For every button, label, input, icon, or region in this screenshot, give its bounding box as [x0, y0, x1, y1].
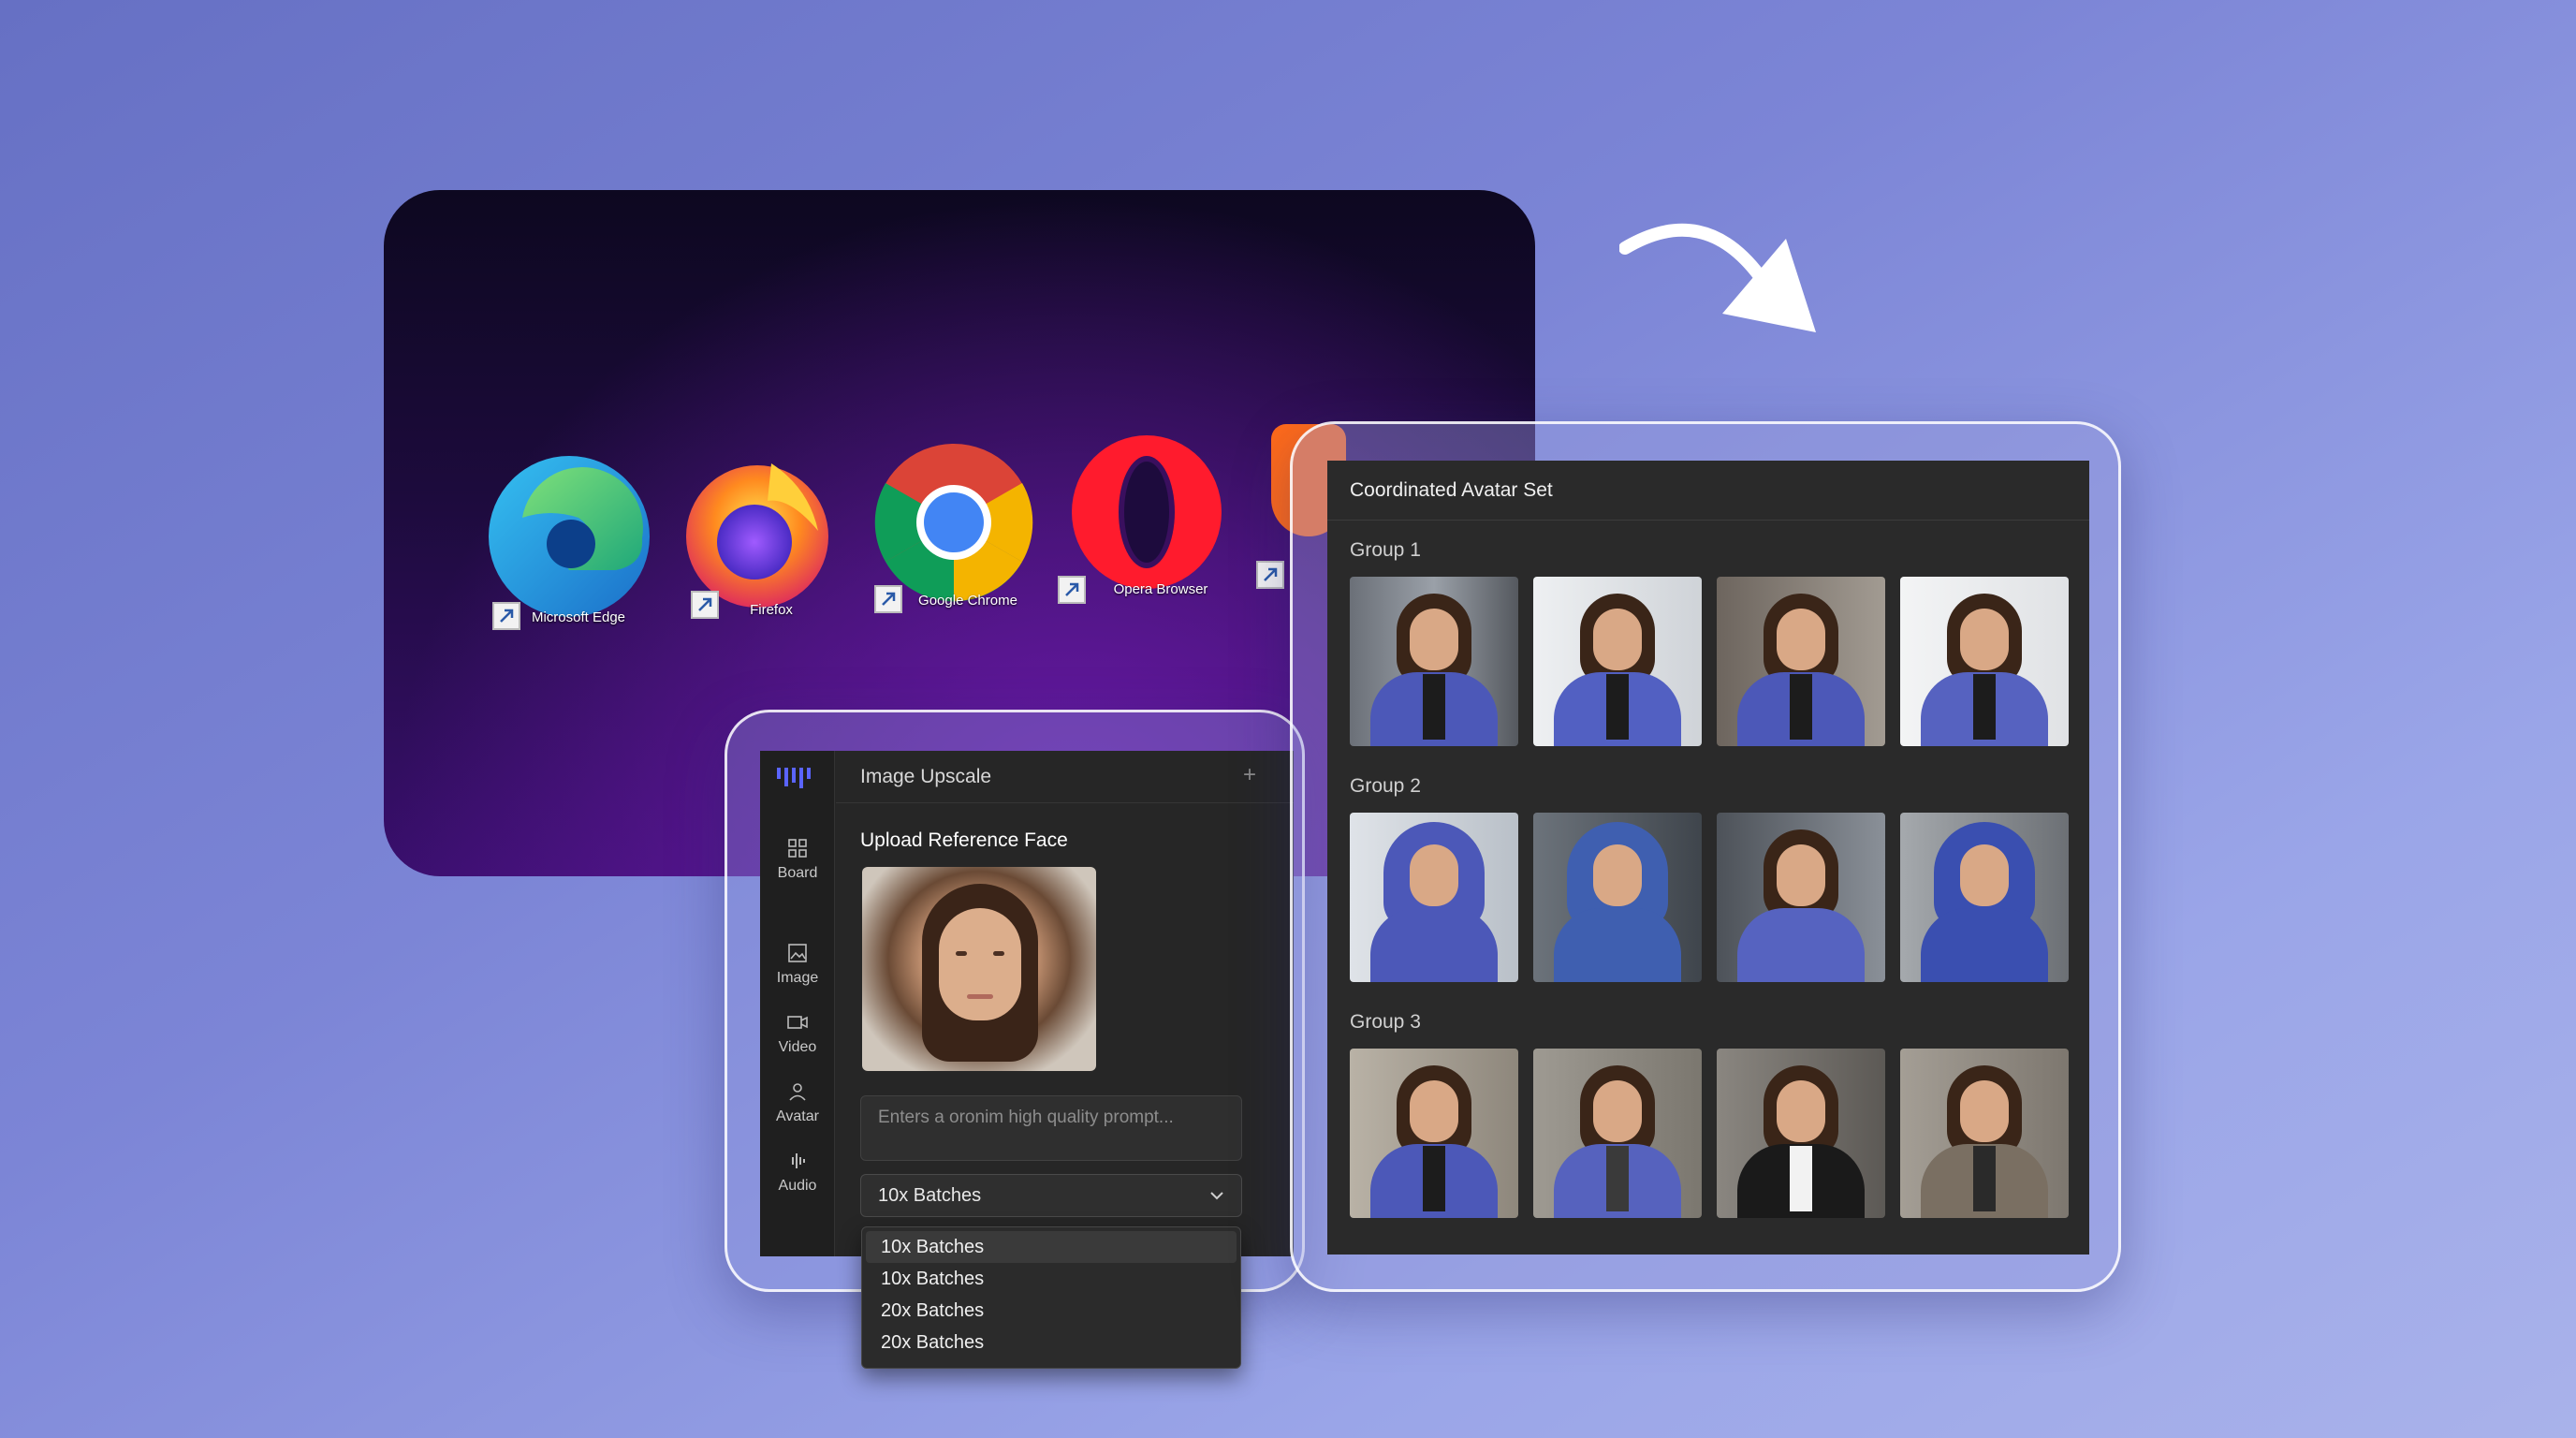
batch-dropdown-menu: 10x Batches 10x Batches 20x Batches 20x …: [861, 1226, 1241, 1369]
avatar-thumbnail[interactable]: [1900, 813, 2069, 982]
dropdown-option[interactable]: 20x Batches: [866, 1327, 1237, 1358]
edge-icon: [489, 456, 650, 617]
batch-select[interactable]: 10x Batches: [860, 1174, 1242, 1217]
chevron-down-icon: [1210, 1192, 1223, 1200]
desktop-icon-opera[interactable]: Opera Browser: [1058, 435, 1254, 641]
avatar-thumbnail[interactable]: [1533, 577, 1702, 746]
image-upscale-app: Board Image Video Avatar Audio Image Ups…: [760, 751, 1294, 1256]
avatar-thumbnail[interactable]: [1533, 813, 1702, 982]
avatar-thumbnail[interactable]: [1900, 577, 2069, 746]
panel-title: Coordinated Avatar Set: [1327, 461, 2089, 521]
app-header: Image Upscale +: [836, 751, 1294, 803]
nav-item-video[interactable]: Video: [760, 1011, 835, 1056]
desktop-icon-label: Firefox: [750, 602, 793, 618]
chrome-icon: [874, 444, 1033, 602]
nav-item-board[interactable]: Board: [760, 837, 835, 882]
avatar-set-panel: Coordinated Avatar Set Group 1 Group 2 G…: [1327, 461, 2089, 1255]
nav-item-avatar[interactable]: Avatar: [760, 1080, 835, 1125]
grid-icon: [788, 839, 807, 858]
group-label: Group 3: [1350, 1011, 1421, 1033]
nav-item-image[interactable]: Image: [760, 942, 835, 987]
app-title: Image Upscale: [860, 765, 992, 787]
nav-item-audio[interactable]: Audio: [760, 1150, 835, 1195]
group-label: Group 1: [1350, 539, 1421, 561]
curved-arrow-icon: [1619, 223, 1816, 332]
dropdown-option[interactable]: 10x Batches: [866, 1231, 1237, 1263]
add-button[interactable]: +: [1243, 762, 1256, 788]
avatar-thumbnail[interactable]: [1717, 813, 1885, 982]
upload-title: Upload Reference Face: [860, 829, 1068, 851]
person-icon: [789, 1083, 806, 1101]
opera-icon: [1072, 435, 1222, 589]
firefox-icon: [686, 463, 828, 608]
dropdown-option[interactable]: 20x Batches: [866, 1295, 1237, 1327]
app-sidebar: Board Image Video Avatar Audio: [760, 751, 835, 1256]
desktop-icon-label: Google Chrome: [918, 593, 1017, 609]
desktop-icon-label: Microsoft Edge: [531, 609, 626, 625]
app-main: Image Upscale + Upload Reference Face En…: [836, 751, 1294, 1256]
avatar-thumbnail[interactable]: [1900, 1049, 2069, 1218]
avatar-thumbnail[interactable]: [1717, 1049, 1885, 1218]
dropdown-option[interactable]: 10x Batches: [866, 1263, 1237, 1295]
desktop-icon-firefox[interactable]: Firefox: [678, 450, 865, 656]
avatar-thumbnail[interactable]: [1717, 577, 1885, 746]
nav-label: Audio: [778, 1178, 817, 1194]
nav-label: Video: [778, 1039, 817, 1055]
batch-select-value: 10x Batches: [878, 1184, 982, 1206]
avatar-thumbnail[interactable]: [1350, 1049, 1518, 1218]
video-icon: [787, 1016, 808, 1029]
desktop-icon-label: Opera Browser: [1113, 581, 1208, 597]
group-label: Group 2: [1350, 775, 1421, 797]
prompt-input[interactable]: Enters a oronim high quality prompt...: [860, 1095, 1242, 1161]
brand-logo-icon: [777, 768, 811, 788]
avatar-thumbnail[interactable]: [1350, 577, 1518, 746]
avatar-thumbnail[interactable]: [1350, 813, 1518, 982]
waveform-icon: [792, 1153, 805, 1168]
nav-label: Image: [776, 970, 819, 986]
desktop-icon-edge[interactable]: Microsoft Edge: [485, 452, 672, 658]
image-icon: [788, 944, 807, 962]
nav-label: Avatar: [776, 1108, 819, 1124]
avatar-thumbnail[interactable]: [1533, 1049, 1702, 1218]
shortcut-arrow-icon: [1256, 561, 1284, 589]
reference-face-image[interactable]: [862, 867, 1096, 1071]
desktop-icon-chrome[interactable]: Google Chrome: [874, 443, 1061, 649]
nav-label: Board: [777, 865, 818, 881]
